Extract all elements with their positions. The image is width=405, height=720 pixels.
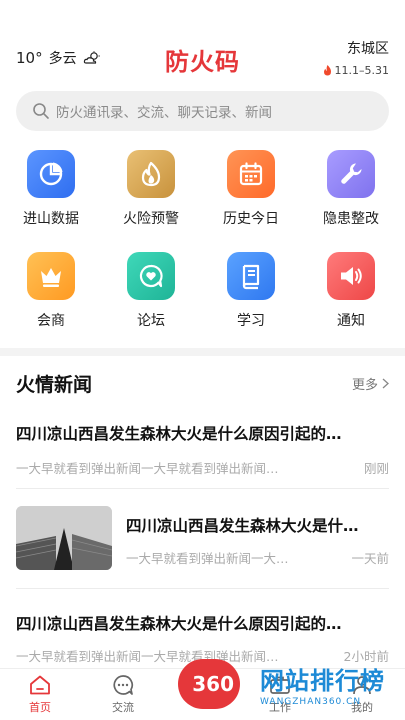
crown-icon [27, 252, 75, 300]
grid-item-forum[interactable]: 论坛 [106, 252, 196, 330]
search-bar[interactable]: 防火通讯录、交流、聊天记录、新闻 [16, 91, 389, 131]
news-time: 刚刚 [363, 461, 389, 476]
grid-item-label: 学习 [237, 313, 265, 329]
news-meta: 一大早就看到弹出新闻一大… 一天前 [126, 548, 389, 567]
news-item[interactable]: 四川凉山西昌发生森林大火是什么原因引起的… 一大早就看到弹出新闻一大早就看到弹出… [16, 422, 389, 477]
speaker-icon [327, 252, 375, 300]
flame-icon [127, 150, 175, 198]
more-link[interactable]: 更多 [352, 374, 389, 393]
grid-item-mountain-data[interactable]: 进山数据 [6, 150, 96, 228]
news-header: 火情新闻 更多 [0, 368, 405, 400]
news-item-with-image[interactable]: 四川凉山西昌发生森林大火是什… 一大早就看到弹出新闻一大… 一天前 [16, 506, 389, 570]
grid-item-consult[interactable]: 会商 [6, 252, 96, 330]
more-label: 更多 [351, 378, 378, 393]
news-thumbnail [16, 506, 112, 570]
tab-label: 交流 [112, 701, 134, 714]
section-divider [0, 348, 405, 356]
book-icon [227, 252, 275, 300]
grid-item-history-today[interactable]: 历史今日 [206, 150, 296, 228]
district-label: 东城区 [347, 41, 389, 57]
watermark-badge: 360 [178, 659, 240, 709]
news-headline: 四川凉山西昌发生森林大火是什么原因引起的… [16, 615, 342, 633]
news-section-title: 火情新闻 [16, 374, 93, 396]
watermark-text: 网站排行榜 [260, 667, 385, 695]
tab-label: 首页 [29, 701, 51, 714]
news-headline: 四川凉山西昌发生森林大火是什么原因引起的… [16, 425, 342, 443]
small-flame-icon [323, 65, 331, 76]
list-separator [16, 488, 389, 489]
chat-icon [113, 675, 134, 695]
tab-home[interactable]: 首页 [10, 673, 70, 715]
search-icon [33, 103, 49, 119]
news-meta: 一大早就看到弹出新闻一大早就看到弹出新闻… 刚刚 [16, 458, 389, 477]
grid-item-notice[interactable]: 通知 [306, 252, 396, 330]
tab-chat[interactable]: 交流 [93, 673, 153, 715]
header: 10° 多云 防火码 东城区 11.1–5.31 [0, 0, 405, 88]
news-time: 一天前 [351, 551, 389, 566]
news-summary: 一大早就看到弹出新闻一大早就看到弹出新闻… [16, 461, 279, 476]
grid-item-label: 火险预警 [123, 211, 179, 227]
home-icon [30, 675, 50, 695]
grid-item-fire-warning[interactable]: 火险预警 [106, 150, 196, 228]
grid-item-study[interactable]: 学习 [206, 252, 296, 330]
watermark: 360 网站排行榜 WANGZHAN360.CN [178, 655, 405, 720]
chevron-right-icon [382, 378, 389, 389]
grid-item-label: 通知 [337, 313, 365, 329]
news-summary: 一大早就看到弹出新闻一大… [126, 551, 289, 566]
grid-item-label: 隐患整改 [323, 211, 379, 227]
location-selector[interactable]: 东城区 11.1–5.31 [323, 38, 389, 77]
grid-item-label: 会商 [37, 313, 65, 329]
grid-item-label: 历史今日 [223, 211, 279, 227]
calendar-icon [227, 150, 275, 198]
news-headline: 四川凉山西昌发生森林大火是什… [126, 517, 359, 535]
grid-item-hazard-fix[interactable]: 隐患整改 [306, 150, 396, 228]
fire-period: 11.1–5.31 [323, 64, 389, 77]
wrench-icon [327, 150, 375, 198]
list-separator [16, 588, 389, 589]
grid-item-label: 进山数据 [23, 211, 79, 227]
grid-item-label: 论坛 [137, 313, 165, 329]
search-placeholder: 防火通讯录、交流、聊天记录、新闻 [56, 105, 272, 121]
heart-chat-icon [127, 252, 175, 300]
fire-period-text: 11.1–5.31 [334, 64, 389, 77]
pie-chart-icon [27, 150, 75, 198]
watermark-subtext: WANGZHAN360.CN [260, 697, 362, 707]
